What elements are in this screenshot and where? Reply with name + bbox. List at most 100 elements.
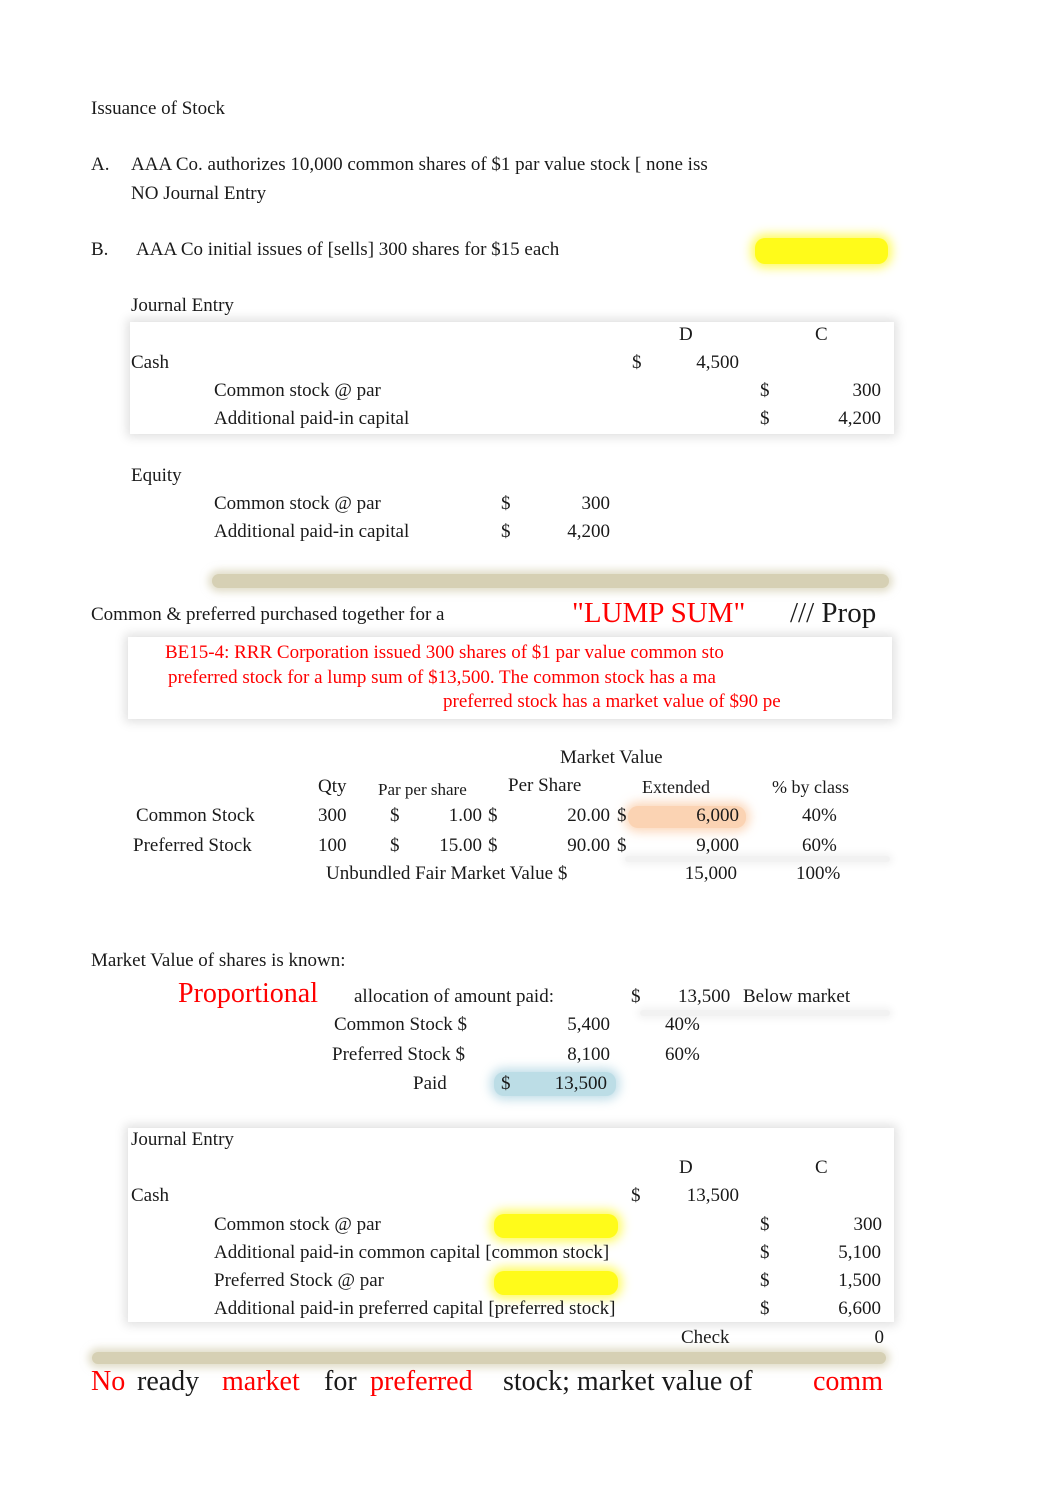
allocation-row-amount: 5,400 (567, 1014, 610, 1035)
column-header-par: Par per share (378, 780, 467, 799)
currency-symbol: $ (760, 408, 770, 429)
journal-1-title: Journal Entry (131, 295, 234, 316)
yellow-highlight (494, 1271, 618, 1295)
account-name: Cash (131, 352, 169, 373)
lump-sum-suffix: /// Prop (790, 597, 877, 629)
section-b-label: B. (91, 239, 109, 260)
journal-1-credit-header: C (815, 324, 828, 345)
currency-symbol: $ (617, 835, 627, 856)
credit-amount: 1,500 (838, 1270, 881, 1291)
currency-symbol: $ (631, 1185, 641, 1206)
total-pct: 100% (796, 863, 841, 884)
currency-symbol: $ (631, 986, 641, 1007)
account-name: Additional paid-in capital (214, 521, 410, 542)
divider-line (625, 856, 890, 862)
debit-amount: 13,500 (686, 1185, 739, 1206)
row-label: Common Stock (136, 805, 255, 826)
section-divider (212, 574, 889, 588)
allocation-row-label: Common Stock $ (334, 1014, 468, 1035)
section-divider (92, 1352, 886, 1364)
footer-word: No (91, 1366, 126, 1397)
account-name: Common stock @ par (214, 380, 381, 401)
footer-word: market (222, 1366, 300, 1397)
equity-amount: 4,200 (567, 521, 610, 542)
currency-symbol: $ (390, 805, 400, 826)
currency-symbol: $ (501, 1073, 511, 1094)
footer-word: for (324, 1366, 357, 1397)
account-name: Additional paid-in common capital [commo… (214, 1242, 610, 1263)
credit-amount: 300 (852, 380, 882, 401)
allocation-heading: Market Value of shares is known: (91, 950, 346, 971)
account-name: Common stock @ par (214, 1214, 381, 1235)
journal-1-debit-header: D (679, 324, 693, 345)
currency-symbol: $ (760, 1214, 770, 1235)
market-value-header: Market Value (560, 747, 663, 768)
journal-2-title: Journal Entry (131, 1129, 234, 1150)
allocation-label: allocation of amount paid: (354, 986, 554, 1007)
currency-symbol: $ (488, 805, 498, 826)
account-name: Additional paid-in capital (214, 408, 410, 429)
account-name: Cash (131, 1185, 169, 1206)
credit-amount: 5,100 (838, 1242, 881, 1263)
allocation-method: Proportional (178, 978, 318, 1009)
currency-symbol: $ (617, 805, 627, 826)
per-share-cell: 20.00 (567, 805, 610, 826)
problem-line: preferred stock has a market value of $9… (443, 691, 781, 712)
section-a-note: NO Journal Entry (131, 183, 267, 204)
account-name: Preferred Stock @ par (214, 1270, 384, 1291)
currency-symbol: $ (760, 380, 770, 401)
yellow-highlight (755, 238, 888, 264)
column-header-pct: % by class (772, 777, 849, 797)
par-cell: 1.00 (448, 805, 482, 826)
journal-2-credit-header: C (815, 1157, 828, 1178)
extended-cell: 9,000 (696, 835, 739, 856)
currency-symbol: $ (632, 352, 642, 373)
currency-symbol: $ (501, 493, 511, 514)
extended-cell: 6,000 (696, 805, 739, 826)
section-a-text: AAA Co. authorizes 10,000 common shares … (131, 154, 708, 175)
footer-word: preferred (370, 1366, 473, 1397)
qty-cell: 100 (318, 835, 347, 856)
per-share-cell: 90.00 (567, 835, 610, 856)
currency-symbol: $ (390, 835, 400, 856)
pct-cell: 60% (802, 835, 837, 856)
total-value: 15,000 (684, 863, 737, 884)
allocation-note: Below market (743, 986, 851, 1007)
journal-2-debit-header: D (679, 1157, 693, 1178)
equity-title: Equity (131, 465, 182, 486)
footer-word: comm (813, 1366, 883, 1397)
account-name: Common stock @ par (214, 493, 381, 514)
check-label: Check (681, 1327, 730, 1348)
credit-amount: 6,600 (838, 1298, 881, 1319)
footer-word: ready (137, 1366, 200, 1397)
section-a-label: A. (91, 154, 110, 175)
account-name: Additional paid-in preferred capital [pr… (214, 1298, 616, 1319)
lump-sum-highlight: "LUMP SUM" (572, 597, 746, 629)
equity-amount: 300 (581, 493, 611, 514)
total-label: Unbundled Fair Market Value $ (326, 863, 568, 884)
allocation-row-pct: 40% (665, 1014, 700, 1035)
row-label: Preferred Stock (133, 835, 252, 856)
problem-line: BE15-4: RRR Corporation issued 300 share… (165, 642, 724, 663)
lump-sum-intro: Common & preferred purchased together fo… (91, 604, 445, 625)
credit-amount: 4,200 (838, 408, 881, 429)
section-b-text: AAA Co initial issues of [sells] 300 sha… (136, 239, 560, 260)
currency-symbol: $ (760, 1270, 770, 1291)
pct-cell: 40% (802, 805, 837, 826)
problem-line: preferred stock for a lump sum of $13,50… (168, 667, 716, 688)
allocation-row-pct: 60% (665, 1044, 700, 1065)
footer-word: stock; market value of (503, 1366, 753, 1397)
currency-symbol: $ (488, 835, 498, 856)
credit-amount: 300 (853, 1214, 883, 1235)
allocation-amount: 13,500 (678, 986, 731, 1007)
currency-symbol: $ (760, 1242, 770, 1263)
qty-cell: 300 (318, 805, 347, 826)
par-cell: 15.00 (439, 835, 482, 856)
debit-amount: 4,500 (696, 352, 739, 373)
column-header-extended: Extended (642, 777, 710, 797)
currency-symbol: $ (501, 521, 511, 542)
check-value: 0 (874, 1327, 885, 1348)
allocation-row-amount: 8,100 (567, 1044, 610, 1065)
yellow-highlight (494, 1214, 618, 1238)
column-header-per-share: Per Share (508, 775, 582, 796)
